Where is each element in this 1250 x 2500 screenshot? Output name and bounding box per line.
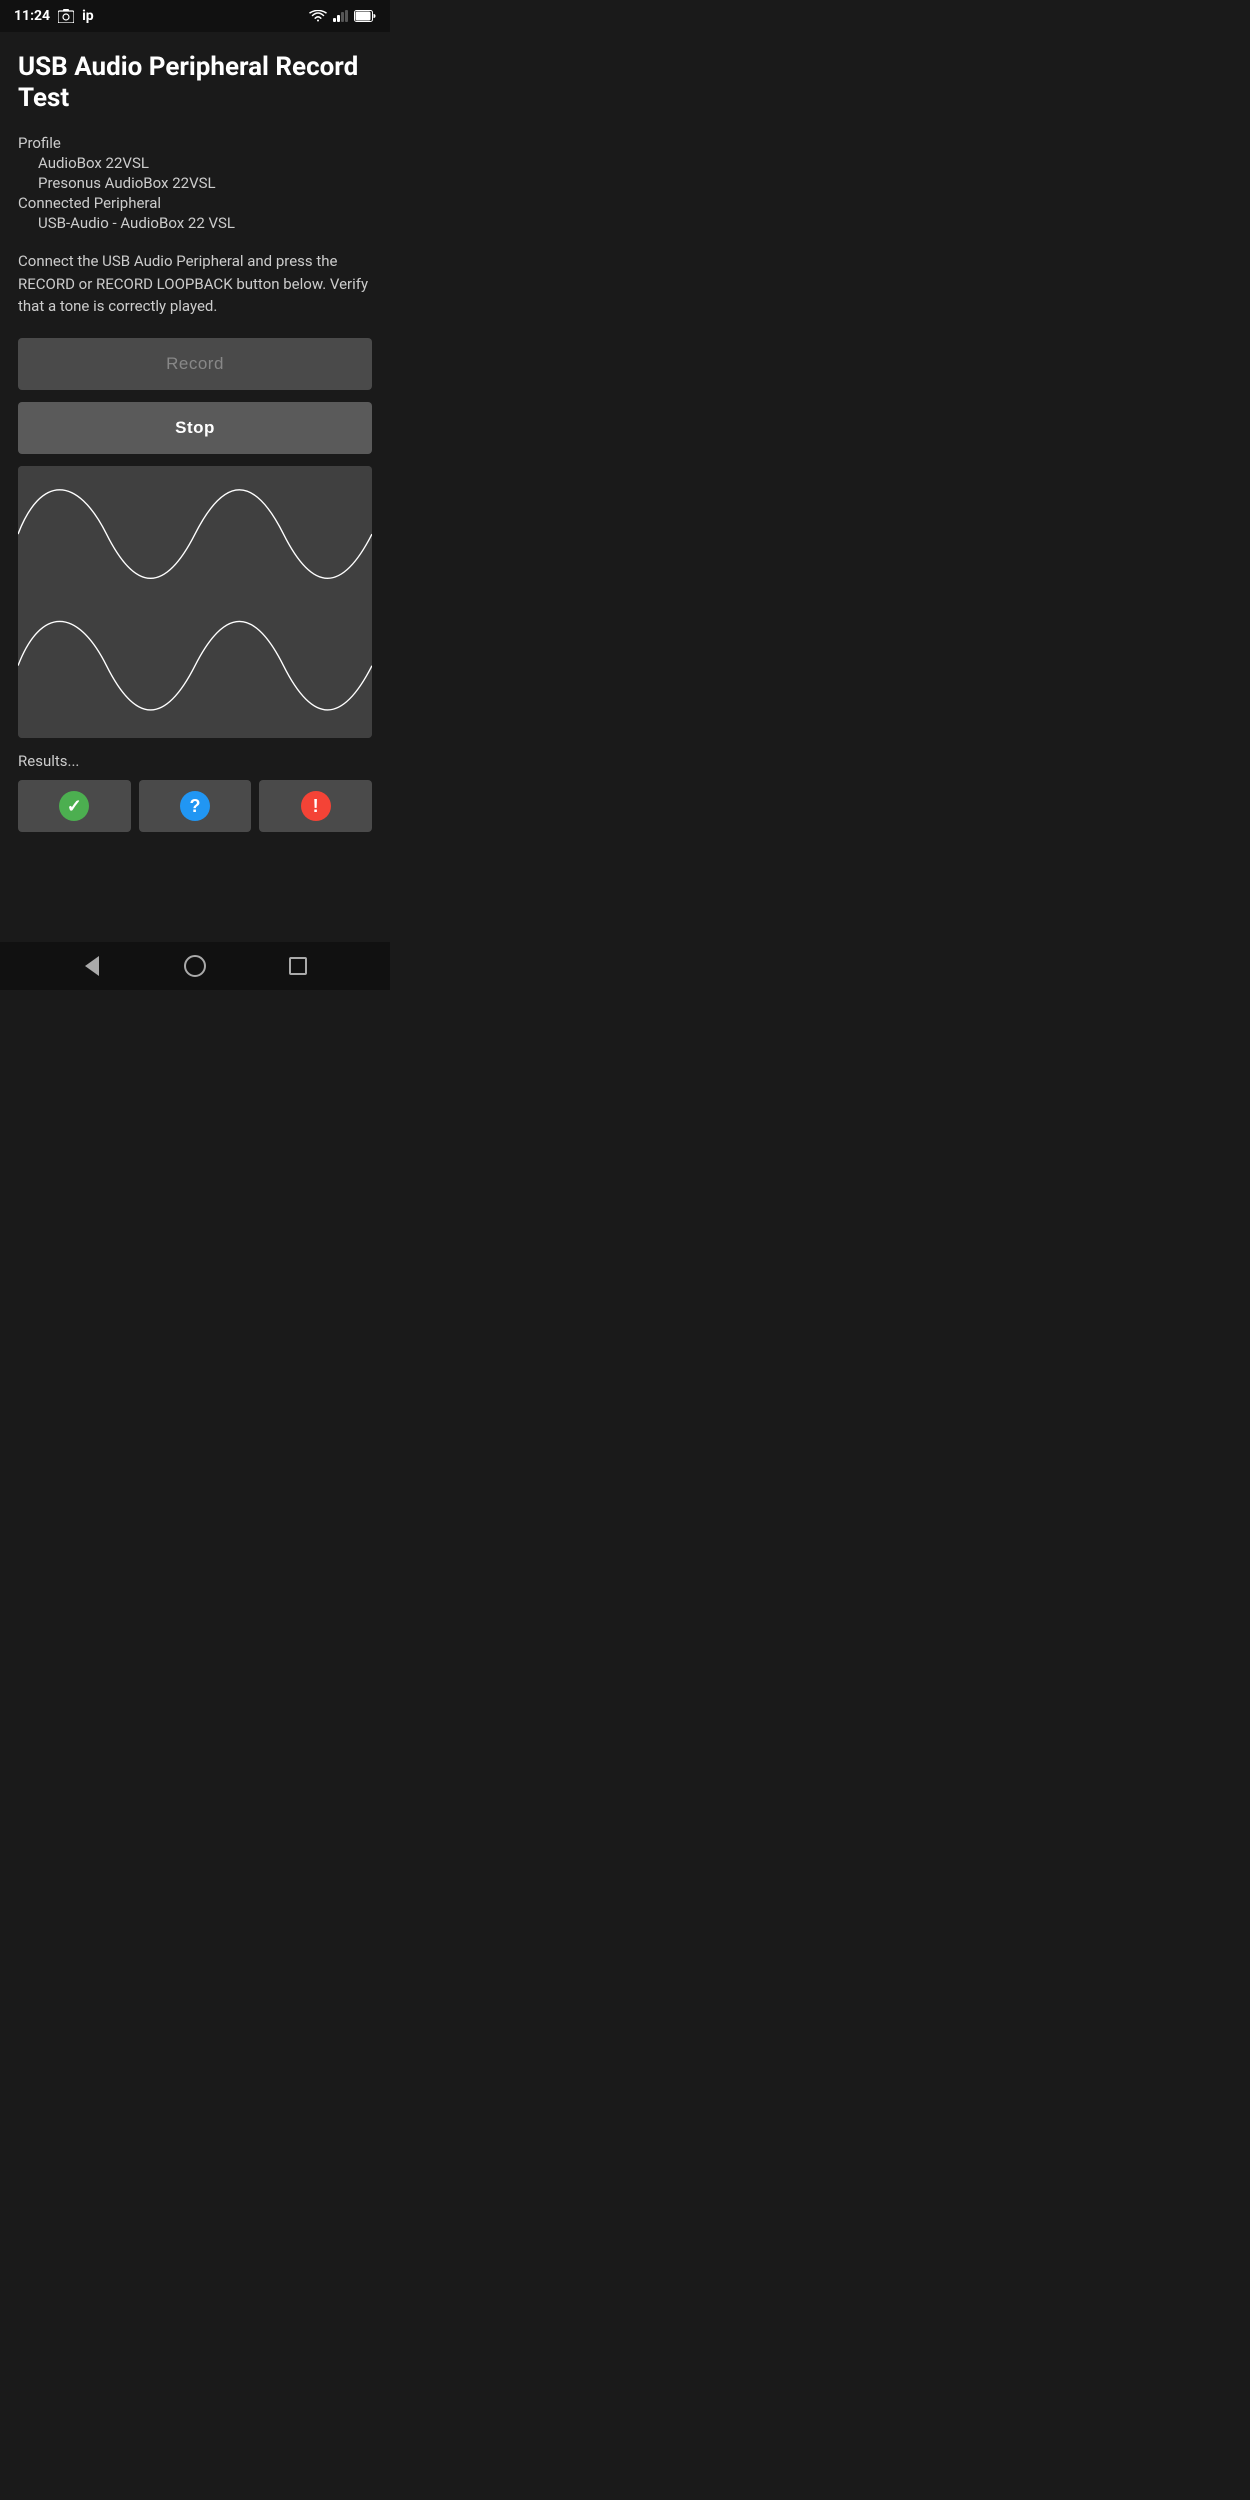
status-left: 11:24 ip [14,8,94,24]
waveform-display [18,466,372,738]
results-label: Results... [18,752,372,770]
photo-icon [58,9,74,23]
result-exclaim-button[interactable]: ! [259,780,372,832]
status-right [309,10,376,23]
connected-device: USB-Audio - AudioBox 22 VSL [18,214,372,232]
clock: 11:24 [14,8,50,24]
recent-icon [289,957,307,975]
connected-peripheral-label: Connected Peripheral [18,194,372,212]
question-icon: ? [180,791,210,821]
notification-label: ip [82,8,94,24]
description-text: Connect the USB Audio Peripheral and pre… [18,250,372,318]
battery-icon [354,10,376,22]
waveform-svg [18,466,372,738]
record-button[interactable]: Record [18,338,372,390]
profile-line1: AudioBox 22VSL [18,154,372,172]
profile-label: Profile [18,134,372,152]
spacer [18,852,372,932]
result-question-button[interactable]: ? [139,780,252,832]
signal-icon [333,10,348,22]
status-bar: 11:24 ip [0,0,390,32]
main-content: USB Audio Peripheral Record Test Profile… [0,32,390,942]
page-title: USB Audio Peripheral Record Test [18,52,372,114]
profile-section: Profile AudioBox 22VSL Presonus AudioBox… [18,134,372,234]
recent-button[interactable] [280,948,316,984]
exclaim-icon: ! [301,791,331,821]
stop-button[interactable]: Stop [18,402,372,454]
check-icon: ✓ [59,791,89,821]
result-check-button[interactable]: ✓ [18,780,131,832]
result-buttons: ✓ ? ! [18,780,372,832]
nav-bar [0,942,390,990]
home-icon [184,955,206,977]
wifi-icon [309,10,327,23]
back-button[interactable] [74,948,110,984]
profile-line2: Presonus AudioBox 22VSL [18,174,372,192]
back-icon [85,956,99,976]
home-button[interactable] [177,948,213,984]
